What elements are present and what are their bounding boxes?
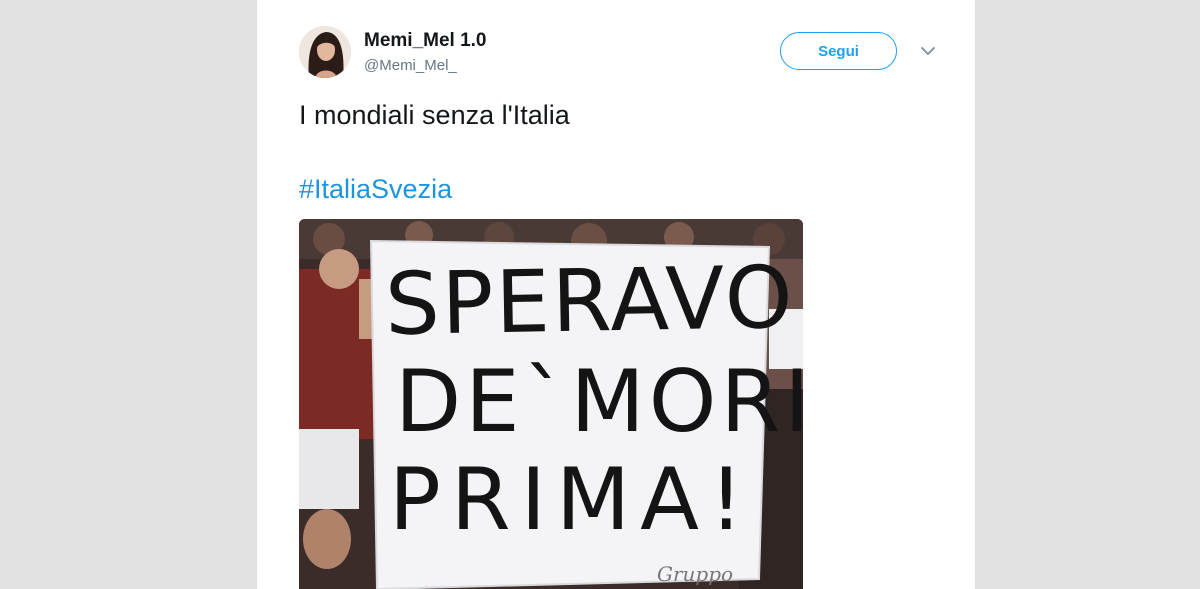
banner-line-2: DE`MORI` <box>395 352 803 452</box>
display-name[interactable]: Memi_Mel 1.0 <box>364 30 487 52</box>
follow-button[interactable]: Segui <box>780 32 897 70</box>
banner-line-1: SPERAVO <box>384 248 795 355</box>
banner-line-3: PRIMA! <box>389 450 754 550</box>
tweet-media-image[interactable]: SPERAVO DE`MORI` PRIMA! Gruppo <box>299 219 803 589</box>
user-handle[interactable]: @Memi_Mel_ <box>364 57 457 74</box>
chevron-down-icon[interactable] <box>919 44 937 58</box>
avatar[interactable] <box>299 26 351 78</box>
avatar-image <box>299 26 351 78</box>
tweet-card: Memi_Mel 1.0 @Memi_Mel_ Segui I mondiali… <box>257 0 975 589</box>
tweet-text: I mondiali senza l'Italia <box>299 100 570 130</box>
page: Memi_Mel 1.0 @Memi_Mel_ Segui I mondiali… <box>0 0 1200 589</box>
banner-signature: Gruppo <box>657 562 733 586</box>
hashtag-link[interactable]: #ItaliaSvezia <box>299 172 452 206</box>
